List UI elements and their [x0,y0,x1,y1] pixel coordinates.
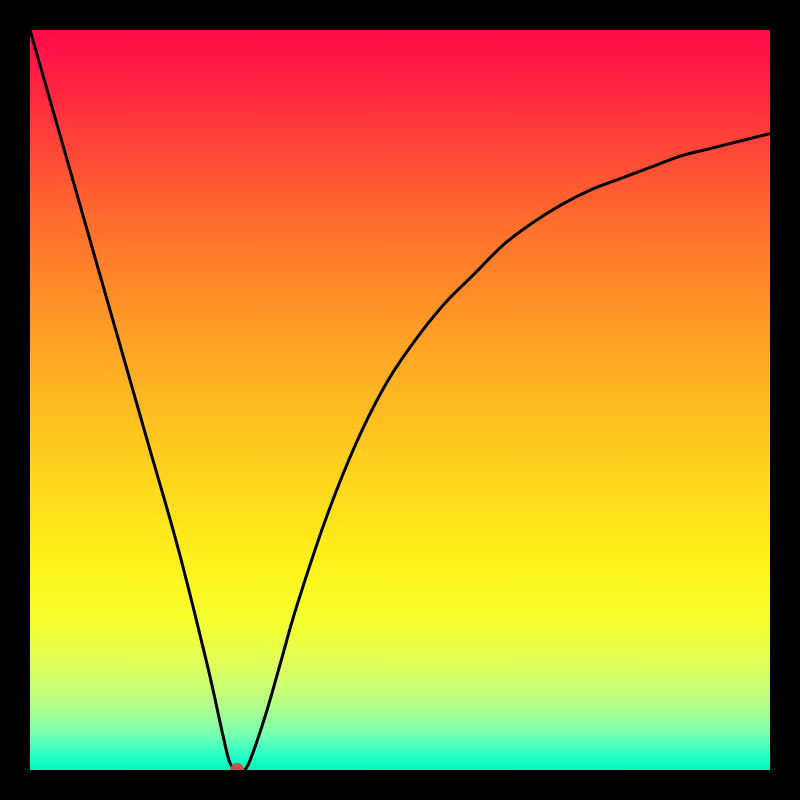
chart-container: TheBottleneck.com [0,0,800,800]
gradient-background [30,30,770,770]
bottleneck-chart [0,0,800,800]
